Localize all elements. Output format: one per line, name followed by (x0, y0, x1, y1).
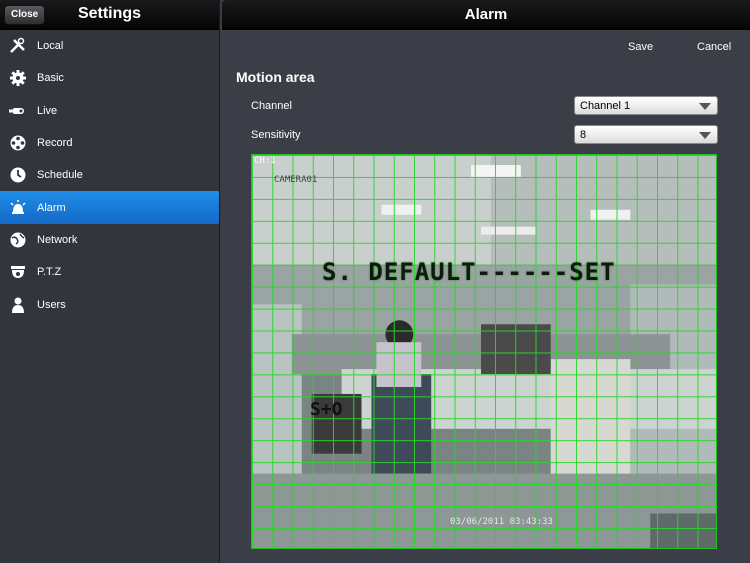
dome-camera-icon (9, 263, 27, 281)
camera-name-osd: CAMERA01 (274, 175, 318, 185)
sensitivity-select[interactable]: 8 (574, 125, 718, 144)
sidebar-item-network[interactable]: Network (0, 224, 219, 256)
channel-select-value: Channel 1 (580, 100, 631, 112)
tools-icon (9, 37, 27, 55)
alarm-bell-icon (9, 199, 27, 217)
sidebar-item-users[interactable]: Users (0, 288, 219, 320)
sidebar-title: Settings (77, 5, 142, 22)
film-reel-icon (9, 134, 27, 152)
sidebar-item-label: Schedule (37, 169, 83, 182)
sidebar-item-live[interactable]: Live (0, 95, 219, 127)
channel-label: Channel (251, 100, 292, 112)
sidebar-item-label: Users (37, 298, 66, 311)
sidebar-header: Close Settings (0, 0, 219, 30)
sidebar-item-label: Alarm (37, 201, 66, 214)
sidebar-item-schedule[interactable]: Schedule (0, 159, 219, 191)
page-title: Alarm (464, 6, 508, 23)
sidebar-item-ptz[interactable]: P.T.Z (0, 256, 219, 288)
grid-overlay (252, 155, 716, 548)
clock-icon (9, 166, 27, 184)
chevron-down-icon (699, 132, 711, 139)
sidebar-item-local[interactable]: Local (0, 30, 219, 62)
sensitivity-label: Sensitivity (251, 129, 301, 141)
sidebar-item-label: Network (37, 233, 78, 246)
alarm-panel: Alarm Save Cancel Motion area Channel Ch… (222, 0, 750, 563)
settings-menu: Local Basic Live Record Schedule Alarm N… (0, 30, 219, 321)
sidebar-item-label: Record (37, 137, 73, 150)
sidebar-item-label: Live (37, 104, 58, 117)
sidebar-item-label: P.T.Z (37, 266, 62, 279)
settings-sidebar: Close Settings Local Basic Live Record S… (0, 0, 220, 563)
sidebar-item-label: Basic (37, 72, 64, 85)
default-set-osd: S. DEFAULT------SET (322, 258, 616, 286)
motion-area-grid[interactable]: CH:1 CAMERA01 S. DEFAULT------SET S+O 03… (251, 154, 717, 549)
user-icon (9, 296, 27, 314)
chevron-down-icon (699, 103, 711, 110)
sidebar-item-basic[interactable]: Basic (0, 62, 219, 94)
sensitivity-select-value: 8 (580, 129, 587, 141)
timestamp-osd: 03/06/2011 03:43:33 (450, 517, 553, 527)
sidebar-item-alarm[interactable]: Alarm (0, 191, 219, 224)
cancel-button[interactable]: Cancel (697, 41, 731, 53)
channel-osd: CH:1 (254, 156, 276, 166)
save-button[interactable]: Save (628, 41, 653, 53)
camera-icon (9, 102, 27, 120)
section-title: Motion area (236, 69, 315, 85)
globe-icon (9, 231, 27, 249)
status-osd: S+O (310, 399, 343, 420)
channel-select[interactable]: Channel 1 (574, 96, 718, 115)
gear-icon (9, 69, 27, 87)
sidebar-item-label: Local (37, 40, 64, 53)
alarm-header: Alarm (222, 0, 750, 30)
sidebar-item-record[interactable]: Record (0, 127, 219, 159)
